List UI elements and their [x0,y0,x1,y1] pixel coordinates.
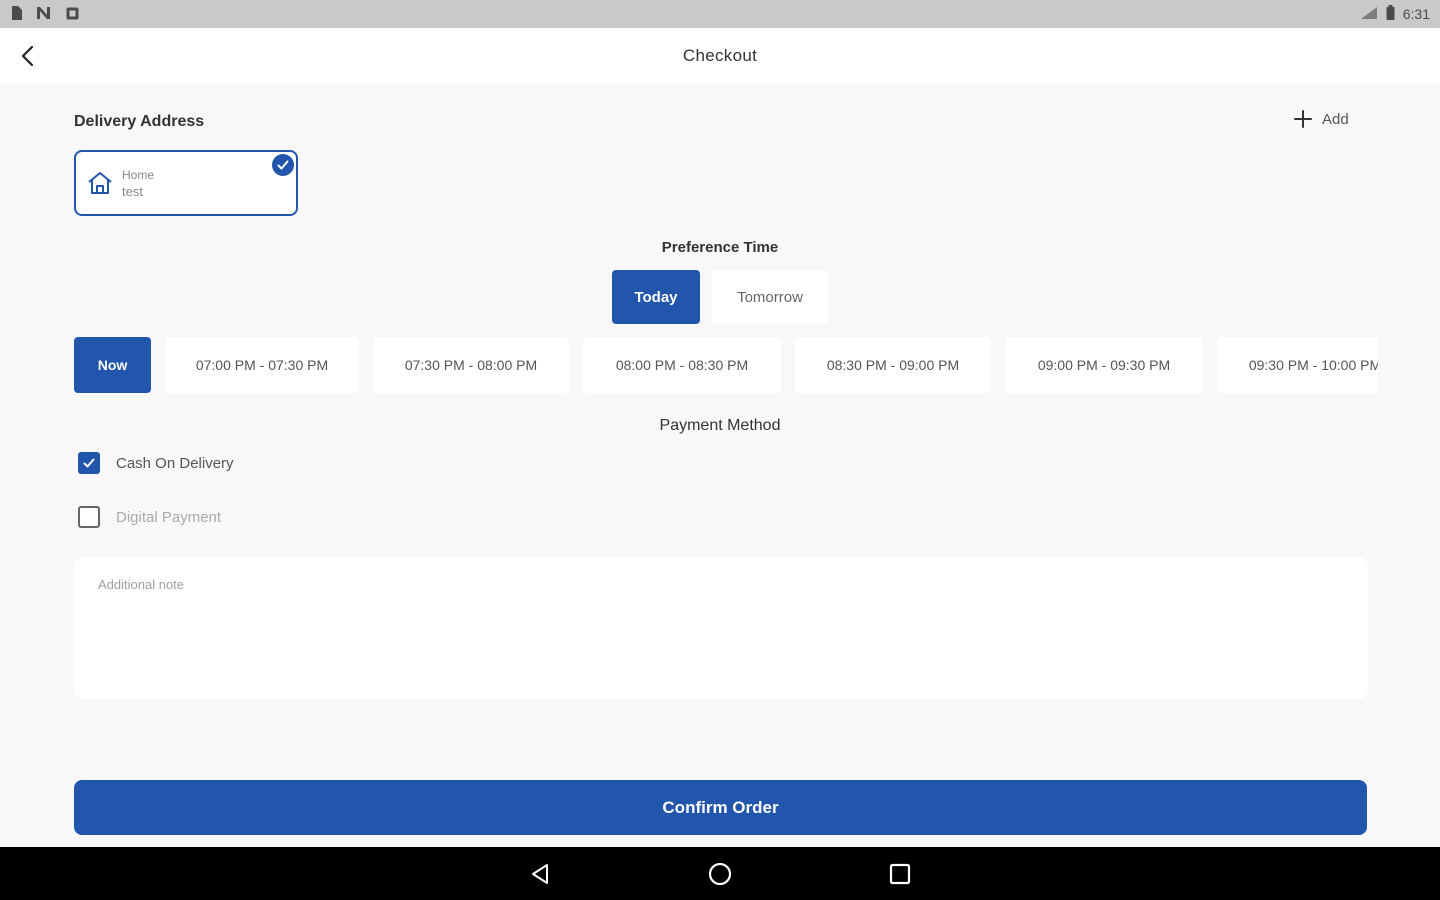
time-slot[interactable]: 07:30 PM - 08:00 PM [373,337,569,393]
n-icon [36,6,52,22]
preference-time-title: Preference Time [661,239,779,256]
address-detail: test [122,183,143,199]
status-time: 6:31 [1402,6,1430,22]
payment-method-title: Payment Method [659,417,781,434]
time-slot-now[interactable]: Now [74,337,151,393]
selected-check-icon [272,154,294,176]
checkbox-checked-icon[interactable] [78,452,100,474]
battery-icon [1386,5,1395,23]
back-button[interactable] [12,40,44,72]
time-slot[interactable]: 08:30 PM - 09:00 PM [795,337,991,393]
status-icons-left [10,6,79,22]
notification-icon [66,7,79,22]
triangle-back-icon [532,863,548,884]
tab-tomorrow[interactable]: Tomorrow [712,270,828,324]
circle-home-icon [708,862,732,885]
time-slot-list: Now 07:00 PM - 07:30 PM 07:30 PM - 08:00… [74,337,1378,393]
address-text: Home test [122,168,154,199]
time-slot[interactable]: 07:00 PM - 07:30 PM [165,337,359,393]
payment-option-digital[interactable]: Digital Payment [78,506,221,528]
system-nav-bar [0,847,1440,900]
time-slot[interactable]: 09:00 PM - 09:30 PM [1005,337,1203,393]
page-title: Checkout [682,46,758,65]
plus-icon [1294,110,1312,128]
payment-option-label: Digital Payment [116,508,222,526]
delivery-address-title: Delivery Address [74,113,205,130]
confirm-order-button[interactable]: Confirm Order [74,780,1367,835]
time-slot[interactable]: 09:30 PM - 10:00 PM [1217,337,1378,393]
app-bar: Checkout [0,28,1440,84]
sim-card-icon [10,6,22,22]
status-bar: 6:31 [0,0,1440,28]
square-recents-icon [889,863,911,884]
payment-option-cash[interactable]: Cash On Delivery [78,452,234,474]
additional-note-box [74,557,1368,699]
payment-option-label: Cash On Delivery [116,454,234,472]
signal-icon [1360,6,1378,23]
status-icons-right: 6:31 [1360,5,1430,23]
tab-today[interactable]: Today [612,270,700,324]
time-slot[interactable]: 08:00 PM - 08:30 PM [583,337,781,393]
additional-note-input[interactable] [98,577,1344,679]
nav-recents-button[interactable] [885,859,915,889]
add-address-label: Add [1322,110,1349,128]
address-card-home[interactable]: Home test [74,150,298,216]
add-address-button[interactable]: Add [1294,110,1349,128]
checkbox-unchecked-icon[interactable] [78,506,100,528]
nav-home-button[interactable] [705,859,735,889]
chevron-left-icon [21,45,34,67]
day-tabs: Today Tomorrow [612,270,828,324]
nav-back-button[interactable] [525,859,555,889]
home-icon [86,169,114,197]
address-label: Home [122,167,155,182]
